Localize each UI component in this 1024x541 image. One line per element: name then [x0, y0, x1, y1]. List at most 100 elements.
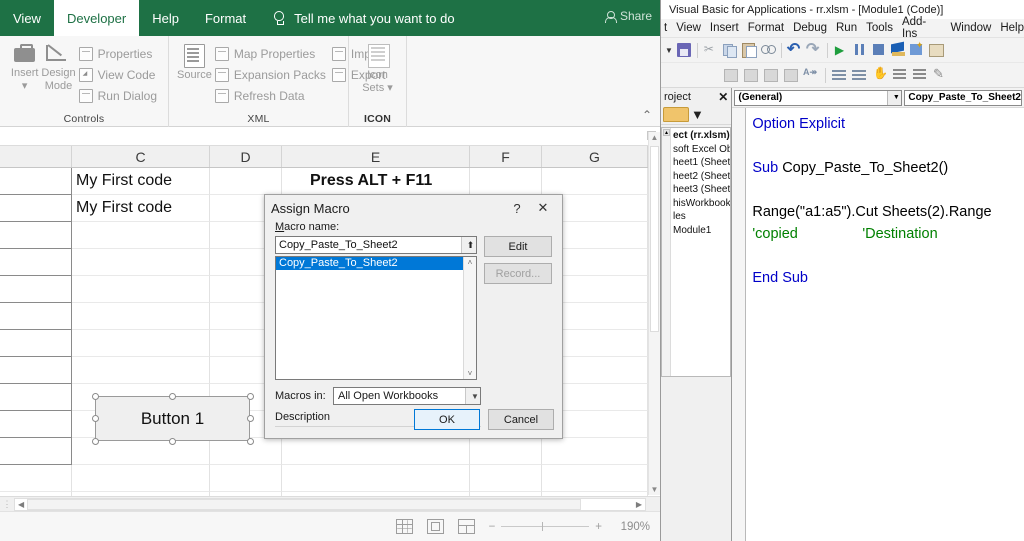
refresh-data-button[interactable]: Refresh Data	[212, 86, 329, 106]
chevron-down-icon[interactable]: ▼	[465, 388, 480, 404]
tree-node-modules[interactable]: les	[673, 210, 730, 224]
vertical-scroll-thumb[interactable]	[650, 146, 659, 332]
scroll-right-icon[interactable]: ▶	[636, 500, 642, 509]
macros-in-select[interactable]: All Open Workbooks ▼	[333, 387, 481, 405]
chevron-down-icon[interactable]: ▼	[887, 91, 901, 105]
help-icon[interactable]: ?	[504, 201, 530, 216]
horizontal-scroll-thumb[interactable]	[27, 499, 581, 510]
macro-list[interactable]: Copy_Paste_To_Sheet2 ˄ ˅	[275, 256, 477, 380]
cell-g1[interactable]	[542, 168, 648, 195]
sheet-horizontal-scrollbar[interactable]: ⋮ ◀ ▶	[0, 496, 660, 511]
resize-handle-n[interactable]	[169, 393, 176, 400]
locals-window-icon[interactable]	[783, 67, 799, 83]
redo-icon[interactable]	[806, 42, 822, 58]
toolbar-overflow-icon[interactable]: ▼	[665, 46, 673, 55]
folder-icon[interactable]	[663, 107, 689, 122]
edit-button[interactable]: Edit	[484, 236, 552, 257]
column-header-e[interactable]: E	[282, 146, 470, 167]
expansion-packs-button[interactable]: Expansion Packs	[212, 65, 329, 85]
row-header-10[interactable]	[0, 411, 72, 438]
menu-insert[interactable]: Insert	[710, 22, 739, 34]
cell-c12[interactable]	[72, 465, 210, 492]
menu-view[interactable]: View	[676, 22, 701, 34]
menu-debug[interactable]: Debug	[793, 22, 827, 34]
row-header-11[interactable]	[0, 438, 72, 465]
copy-icon[interactable]	[722, 42, 738, 58]
row-header-9[interactable]	[0, 384, 72, 411]
cut-icon[interactable]	[703, 42, 719, 58]
indent-icon[interactable]	[832, 67, 848, 83]
tree-node-thisworkbook[interactable]: hisWorkbook	[673, 197, 730, 211]
cell-d11[interactable]	[210, 438, 282, 465]
menu-tools[interactable]: Tools	[866, 22, 893, 34]
tab-view[interactable]: View	[0, 0, 54, 36]
comment-block-icon[interactable]	[892, 67, 908, 83]
menu-run[interactable]: Run	[836, 22, 857, 34]
row-header-2[interactable]	[0, 195, 72, 222]
list-item[interactable]: Copy_Paste_To_Sheet2	[276, 257, 476, 270]
resize-handle-sw[interactable]	[92, 438, 99, 445]
split-handle[interactable]: ⋮	[0, 499, 14, 510]
toggle-breakpoint-icon[interactable]	[872, 67, 888, 83]
scroll-left-icon[interactable]: ◀	[18, 500, 24, 509]
zoom-slider[interactable]: − +	[489, 521, 602, 533]
project-tree-scrollbar[interactable]: ▴	[662, 128, 671, 376]
run-dialog-button[interactable]: Run Dialog	[76, 86, 160, 106]
cell-f1[interactable]	[470, 168, 542, 195]
column-header-g[interactable]: G	[542, 146, 648, 167]
procedure-dropdown[interactable]: Copy_Paste_To_Sheet2	[904, 90, 1022, 106]
tree-node-module1[interactable]: Module1	[673, 224, 730, 238]
column-header-f[interactable]: F	[470, 146, 542, 167]
tree-node-project[interactable]: ect (rr.xlsm)	[673, 129, 730, 143]
cell-d1[interactable]	[210, 168, 282, 195]
bookmark-icon[interactable]	[932, 67, 948, 83]
cell-c1[interactable]: My First code	[72, 168, 210, 195]
immediate-window-icon[interactable]	[803, 67, 819, 83]
page-break-view-icon[interactable]	[458, 519, 475, 534]
macro-name-spin-icon[interactable]: ⬆	[461, 237, 476, 253]
close-icon[interactable]: ✕	[530, 200, 556, 216]
cell-f11[interactable]	[470, 438, 542, 465]
tab-help[interactable]: Help	[139, 0, 192, 36]
cell-c7[interactable]	[72, 330, 210, 357]
cell-e1[interactable]: Press ALT + F11	[282, 168, 470, 195]
step-into-icon[interactable]	[723, 67, 739, 83]
tree-node-sheet1[interactable]: heet1 (Sheet1)	[673, 156, 730, 170]
paste-icon[interactable]	[741, 42, 757, 58]
object-dropdown[interactable]: (General) ▼	[734, 90, 902, 106]
macro-name-input[interactable]: Copy_Paste_To_Sheet2 ⬆	[275, 236, 477, 254]
properties-window-icon[interactable]	[928, 42, 944, 58]
save-icon[interactable]	[676, 42, 692, 58]
resize-handle-se[interactable]	[247, 438, 254, 445]
resize-handle-ne[interactable]	[247, 393, 254, 400]
zoom-level-label[interactable]: 190%	[616, 521, 650, 533]
cell-e11[interactable]	[282, 438, 470, 465]
row-header-6[interactable]	[0, 303, 72, 330]
cell-c2[interactable]: My First code	[72, 195, 210, 222]
tab-format[interactable]: Format	[192, 0, 259, 36]
resize-handle-e[interactable]	[247, 415, 254, 422]
step-over-icon[interactable]	[743, 67, 759, 83]
column-header-d[interactable]: D	[210, 146, 282, 167]
row-header-5[interactable]	[0, 276, 72, 303]
row-header-4[interactable]	[0, 249, 72, 276]
design-mode-icon[interactable]	[890, 42, 906, 58]
cell-c4[interactable]	[72, 249, 210, 276]
ok-button[interactable]: OK	[414, 409, 480, 430]
row-header-corner[interactable]	[0, 146, 72, 167]
row-header-1[interactable]	[0, 168, 72, 195]
step-out-icon[interactable]	[763, 67, 779, 83]
cell-e12[interactable]	[282, 465, 470, 492]
tree-node-excel-objects[interactable]: soft Excel Objects	[673, 143, 730, 157]
find-icon[interactable]	[760, 42, 776, 58]
macro-list-scrollbar[interactable]: ˄ ˅	[463, 257, 476, 379]
row-header-8[interactable]	[0, 357, 72, 384]
horizontal-scroll-track[interactable]: ◀ ▶	[14, 498, 646, 511]
tree-node-sheet2[interactable]: heet2 (Sheet2)	[673, 170, 730, 184]
form-control-button[interactable]: Button 1	[95, 396, 250, 441]
cell-c8[interactable]	[72, 357, 210, 384]
chevron-down-icon[interactable]: ▼	[691, 107, 704, 122]
menu-window[interactable]: Window	[950, 22, 991, 34]
icon-sets-button[interactable]: Icon Sets ▾	[357, 40, 398, 95]
page-layout-view-icon[interactable]	[427, 519, 444, 534]
